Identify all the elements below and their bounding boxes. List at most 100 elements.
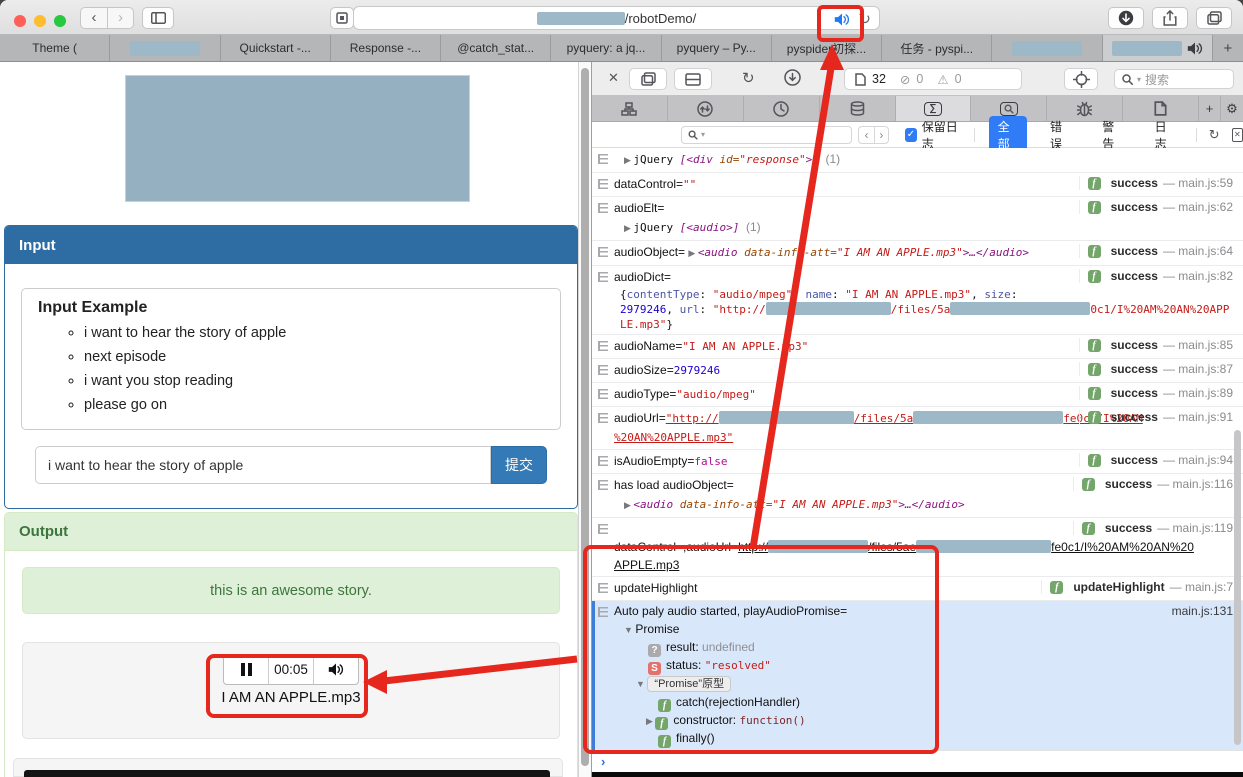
sidebar-toggle-button[interactable]	[142, 7, 174, 29]
log-source-meta[interactable]: f updateHighlight — main.js:7	[1041, 580, 1233, 594]
property-type-badge: f	[658, 735, 671, 748]
console-row[interactable]: audioObject= ▶ <audio data-info-att="I A…	[592, 241, 1243, 266]
console-scrollbar-thumb[interactable]	[1234, 430, 1241, 745]
prompt-chevron: ›	[601, 753, 606, 769]
browser-tab[interactable]: Quickstart -...	[221, 35, 331, 61]
log-source-meta[interactable]: f success — main.js:59	[1078, 176, 1233, 190]
log-source-meta[interactable]: f success — main.js:116	[1072, 477, 1233, 491]
browser-tab[interactable]	[992, 35, 1103, 61]
downloads-button[interactable]	[1108, 7, 1144, 29]
clear-console-button[interactable]: ✕	[1231, 127, 1243, 142]
console-prompt[interactable]: ›	[592, 750, 1243, 771]
page-scrollbar-thumb[interactable]	[581, 68, 589, 766]
storage-icon	[850, 101, 864, 116]
browser-tab[interactable]: pyquery: a jq...	[551, 35, 662, 61]
tab-elements[interactable]	[592, 96, 668, 121]
input-group: 提交	[35, 446, 547, 484]
address-bar[interactable]: /robotDemo/ ↻	[353, 6, 880, 30]
browser-tab[interactable]: Response -...	[331, 35, 442, 61]
console-row[interactable]: audioUrl="http:///files/5a fe0c1/I%20AM %2…	[592, 407, 1243, 450]
find-next-button[interactable]: ›	[873, 126, 888, 143]
console-row[interactable]: dataControl=,audioUrl=http:///files/5ae f…	[592, 518, 1243, 577]
dock-bottom-button[interactable]	[674, 68, 712, 90]
browser-tab[interactable]: pyquery – Py...	[662, 35, 772, 61]
filter-search-icon	[688, 129, 698, 140]
close-window-button[interactable]	[14, 15, 26, 27]
minimize-window-button[interactable]	[34, 15, 46, 27]
inspector-reload-button[interactable]: ↻	[742, 69, 755, 87]
speaker-icon	[328, 663, 344, 676]
console-row[interactable]: isAudioEmpty=false f success — main.js:94	[592, 450, 1243, 474]
inspector-close-button[interactable]: ✕	[608, 70, 619, 86]
tab-audio-mute-button[interactable]	[834, 13, 850, 26]
console-filter-bar: ▾ ‹ › ✓ 保留日志 全部 错误 警告 日志 ↻ ✕	[592, 115, 1243, 154]
browser-tab[interactable]: Theme (	[0, 35, 111, 61]
element-picker-button[interactable]	[1064, 68, 1098, 90]
browser-tab[interactable]	[110, 35, 221, 61]
console-row[interactable]: has load audioObject= ▶ <audio data-info-…	[592, 474, 1243, 518]
console-row[interactable]: audioElt= ▶ jQuery [<audio>] (1) f success —…	[592, 197, 1243, 241]
browser-tab[interactable]: pyspider初探...	[772, 35, 883, 61]
log-source-meta[interactable]: f success — main.js:91	[1078, 410, 1233, 424]
inspector-download-button[interactable]	[784, 69, 801, 91]
search-scope-chevron: ▾	[1137, 74, 1142, 84]
console-row[interactable]: dataControl="" f success — main.js:59	[592, 173, 1243, 197]
log-source-meta[interactable]: f success — main.js:85	[1078, 338, 1233, 352]
zoom-window-button[interactable]	[54, 15, 66, 27]
submit-button[interactable]: 提交	[491, 446, 547, 484]
find-prev-next: ‹ ›	[858, 125, 890, 144]
console-row[interactable]: ▶ jQuery [<div id="response">] (1)	[592, 148, 1243, 173]
video-well	[13, 758, 563, 777]
preserve-log-control[interactable]: ✓ 保留日志	[905, 118, 962, 152]
log-source-meta[interactable]: f success — main.js:62	[1078, 200, 1233, 214]
find-previous-button[interactable]: ‹	[859, 127, 873, 143]
log-icon	[598, 154, 608, 164]
new-tab-button[interactable]: +	[1213, 35, 1243, 61]
log-source-meta[interactable]: f success — main.js:87	[1078, 362, 1233, 376]
log-icon	[598, 524, 608, 534]
browser-tab[interactable]: @catch_stat...	[441, 35, 552, 61]
dock-side-icon	[640, 72, 656, 86]
dock-side-button[interactable]	[629, 68, 667, 90]
console-row[interactable]: audioDict= {contentType: "audio/mpeg", na…	[592, 266, 1243, 335]
new-inspector-tab-button[interactable]: +	[1199, 96, 1221, 121]
share-button[interactable]	[1152, 7, 1188, 29]
redacted-text	[913, 411, 1064, 424]
console-row[interactable]: audioType="audio/mpeg" f success — main.js:…	[592, 383, 1243, 407]
volume-button[interactable]	[313, 655, 358, 684]
browser-tab[interactable]	[1102, 35, 1213, 61]
console-row[interactable]: Auto paly audio started, playAudioPromis…	[592, 601, 1243, 750]
issues-icon: ⊘	[899, 72, 911, 87]
tab-overview-button[interactable]	[1196, 7, 1232, 29]
page-preview-button[interactable]	[330, 7, 354, 29]
filter-scope-chevron: ▾	[701, 130, 706, 139]
back-button[interactable]: ‹	[81, 8, 107, 28]
log-source-meta[interactable]: f success — main.js:64	[1078, 244, 1233, 258]
tab-timelines[interactable]	[744, 96, 820, 121]
clear-on-reload-button[interactable]: ↻	[1209, 127, 1220, 143]
pause-icon	[240, 663, 252, 676]
log-source-meta[interactable]: main.js:131	[1164, 604, 1233, 618]
log-source-meta[interactable]: f success — main.js:82	[1078, 269, 1233, 283]
forward-button[interactable]: ›	[107, 8, 133, 28]
browser-tab[interactable]: 任务 - pyspi...	[882, 35, 993, 61]
console-row[interactable]: audioName="I AM AN APPLE.mp3" f success — m…	[592, 335, 1243, 359]
tab-storage[interactable]	[820, 96, 896, 121]
reload-button[interactable]: ↻	[858, 10, 871, 28]
log-source-meta[interactable]: f success — main.js:119	[1072, 521, 1233, 535]
browser-window: ‹ › /robotDemo/ ↻ Theme (Quickstart -...…	[0, 0, 1243, 777]
document-icon	[855, 72, 866, 86]
log-source-meta[interactable]: f success — main.js:94	[1078, 453, 1233, 467]
pause-button[interactable]	[224, 655, 268, 684]
inspector-settings-button[interactable]: ⚙	[1221, 96, 1243, 121]
command-input[interactable]	[35, 446, 491, 484]
console-row[interactable]: audioSize=2979246 f success — main.js:87	[592, 359, 1243, 383]
tabs-icon	[1206, 11, 1222, 25]
inspector-search-field[interactable]: ▾ 搜索	[1114, 69, 1234, 89]
console-row[interactable]: updateHighlight f updateHighlight — main.js…	[592, 577, 1243, 601]
log-source-meta[interactable]: f success — main.js:89	[1078, 386, 1233, 400]
page-scrollbar[interactable]	[578, 62, 591, 777]
resource-counts[interactable]: 32 ⊘ 0 ⚠ 0	[844, 68, 1022, 90]
console-filter-field[interactable]: ▾	[681, 125, 853, 144]
tab-network[interactable]	[668, 96, 744, 121]
